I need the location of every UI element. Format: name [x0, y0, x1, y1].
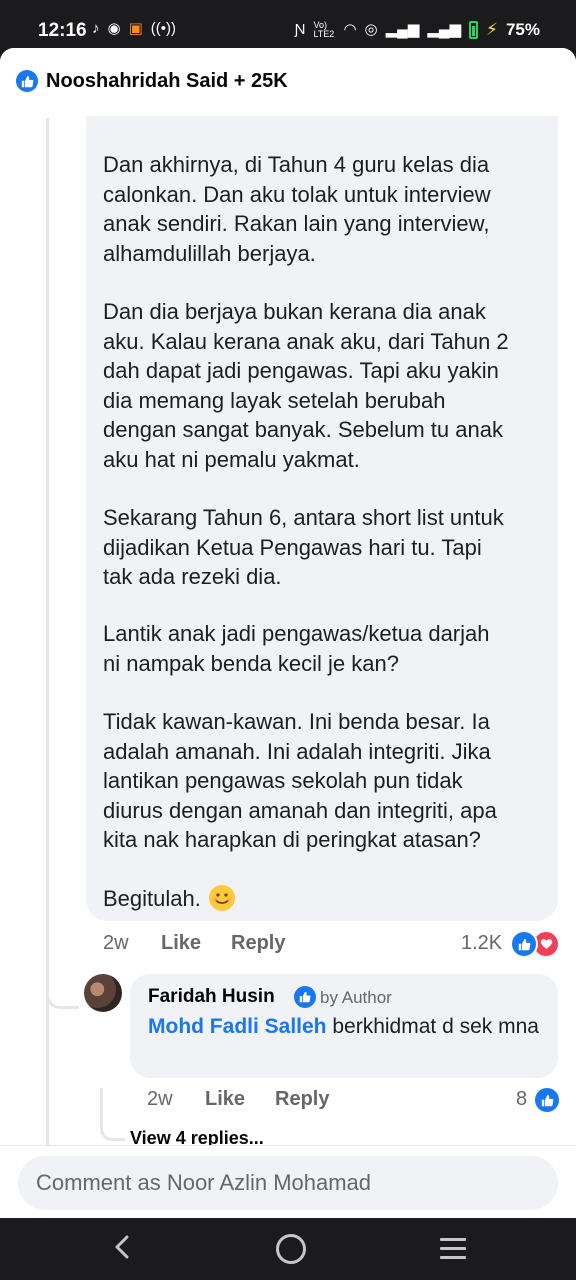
avatar[interactable] — [84, 974, 122, 1012]
tiktok-icon: ♪ — [92, 20, 100, 37]
notification-icons: ♪ ◉ ▣ ((•)) — [92, 20, 176, 38]
reply-author-name[interactable]: Faridah Husin — [148, 986, 275, 1008]
comment-paragraph: Tidak kawan-kawan. Ini benda besar. Ia a… — [103, 709, 497, 852]
comment-reply-button[interactable]: Reply — [231, 932, 285, 955]
nfc-icon: Ɲ — [294, 21, 306, 38]
like-reaction-icon[interactable] — [535, 1088, 559, 1112]
comment-like-button[interactable]: Like — [161, 932, 201, 955]
hotspot-icon: ((•)) — [150, 20, 177, 37]
volte-icon: Vo) LTE2 — [313, 20, 335, 39]
like-reaction-icon — [16, 70, 38, 92]
wifi-icon: ◠ — [343, 21, 357, 38]
like-reaction-icon — [510, 930, 538, 958]
battery-icon — [469, 21, 479, 39]
system-nav-bar — [0, 1218, 576, 1280]
by-author-tag: by Author — [320, 988, 392, 1007]
author-badge-icon — [294, 986, 316, 1008]
comment-paragraph: Begitulah. — [103, 886, 201, 911]
hotspot-small-icon: ◎ — [364, 21, 378, 38]
comments-sheet[interactable]: Nooshahridah Said + 25K Dan akhirnya, di… — [0, 48, 576, 1218]
reply-time: 2w — [147, 1088, 173, 1110]
status-bar: 12:16 ♪ ◉ ▣ ((•)) Ɲ Vo) LTE2 ◠ ◎ ▂▄▆ ▂▄▆… — [0, 0, 576, 48]
signal-icon: ▂▄▆ — [427, 21, 462, 38]
view-replies-connector — [100, 1116, 125, 1141]
composer-bar: Comment as Noor Azlin Mohamad — [0, 1145, 576, 1218]
smiling-face-emoji — [208, 885, 235, 911]
battery-level: 75% — [505, 20, 540, 39]
reply-reaction-count[interactable]: 8 — [516, 1088, 527, 1111]
reply-connector — [46, 988, 79, 1009]
mention-link[interactable]: Mohd Fadli Salleh — [148, 1015, 327, 1038]
signal-icon: ▂▄▆ — [385, 21, 420, 38]
comment-reaction-count[interactable]: 1.2K — [461, 932, 502, 955]
comment-input[interactable]: Comment as Noor Azlin Mohamad — [18, 1156, 558, 1210]
reply-text: Mohd Fadli Salleh berkhidmat d sek mna — [148, 1012, 548, 1041]
comment-time: 2w — [103, 932, 129, 954]
home-icon[interactable] — [276, 1234, 306, 1264]
back-icon[interactable] — [110, 1234, 136, 1260]
reply-body: berkhidmat d sek mna — [326, 1015, 539, 1038]
comment-paragraph: Dan dia berjaya bukan kerana dia anak ak… — [103, 299, 509, 472]
comment-paragraph: Dan akhirnya, di Tahun 4 guru kelas dia … — [103, 152, 491, 266]
reply-like-button[interactable]: Like — [205, 1088, 245, 1111]
reply-thread-line — [100, 1088, 103, 1118]
charging-icon: ⚡ — [486, 20, 498, 39]
comment-last-line: Begitulah. — [103, 884, 543, 914]
messenger-icon: ◉ — [107, 20, 121, 37]
shopee-icon: ▣ — [128, 20, 143, 37]
reply-reply-button[interactable]: Reply — [275, 1088, 329, 1111]
system-icons: Ɲ Vo) LTE2 ◠ ◎ ▂▄▆ ▂▄▆ ⚡ 75% — [295, 20, 540, 40]
comments-header[interactable]: Nooshahridah Said + 25K — [0, 48, 576, 118]
reactions-summary[interactable]: Nooshahridah Said + 25K — [46, 70, 288, 93]
status-time: 12:16 — [38, 20, 87, 41]
comment-paragraph: Sekarang Tahun 6, antara short list untu… — [103, 505, 504, 589]
comment-reactions[interactable] — [510, 930, 560, 958]
recents-menu-icon[interactable] — [440, 1238, 466, 1265]
comment-paragraph: Lantik anak jadi pengawas/ketua darjah n… — [103, 621, 490, 676]
